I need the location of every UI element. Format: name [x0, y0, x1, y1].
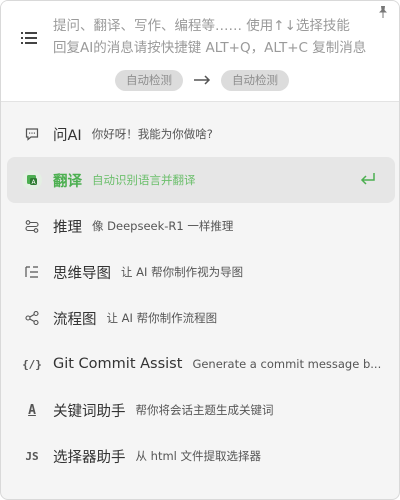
skill-item-selector[interactable]: JS 选择器助手 从 html 文件提取选择器 — [7, 433, 395, 479]
mindmap-icon — [22, 262, 42, 282]
prompt-placeholder-line1: 提问、翻译、写作、编程等…… 使用↑↓选择技能 — [53, 18, 350, 34]
js-icon: JS — [25, 449, 39, 463]
flowchart-icon — [22, 308, 42, 328]
skill-description: Generate a commit message b... — [192, 357, 382, 371]
prompt-placeholder-line2: 回复AI的消息请按快捷键 ALT+Q，ALT+C 复制消息 — [53, 40, 367, 56]
keyword-icon: A — [28, 402, 36, 418]
skill-item-keywords[interactable]: A 关键词助手 帮你将会话主题生成关键词 — [7, 387, 395, 433]
enter-key-icon — [360, 173, 375, 185]
skill-description: 让 AI 帮你制作视为导图 — [121, 265, 244, 279]
arrow-right-icon — [189, 75, 215, 85]
skill-title: 思维导图 — [53, 265, 111, 282]
skill-title: 关键词助手 — [53, 403, 126, 420]
skill-item-git-commit[interactable]: {/} Git Commit Assist Generate a commit … — [7, 341, 395, 387]
skill-item-flowchart[interactable]: 流程图 让 AI 帮你制作流程图 — [7, 295, 395, 341]
input-header: 提问、翻译、写作、编程等…… 使用↑↓选择技能 回复AI的消息请按快捷键 ALT… — [1, 1, 399, 102]
code-icon: {/} — [22, 357, 42, 371]
source-language-button[interactable]: 自动检测 — [115, 69, 183, 91]
prompt-input[interactable]: 提问、翻译、写作、编程等…… 使用↑↓选择技能 回复AI的消息请按快捷键 ALT… — [53, 15, 383, 59]
skill-description: 像 Deepseek-R1 一样推理 — [92, 219, 234, 233]
skill-item-mindmap[interactable]: 思维导图 让 AI 帮你制作视为导图 — [7, 249, 395, 295]
skill-description: 从 html 文件提取选择器 — [135, 449, 262, 463]
skill-title: Git Commit Assist — [53, 356, 183, 372]
skill-title: 问AI — [53, 127, 82, 144]
chat-icon — [22, 124, 42, 144]
language-selector: 自动检测 自动检测 — [115, 69, 289, 91]
translate-icon: A — [22, 170, 42, 190]
skill-title: 流程图 — [53, 311, 97, 328]
skill-item-translate[interactable]: A 翻译 自动识别语言并翻译 — [7, 157, 395, 203]
skill-title: 推理 — [53, 219, 82, 236]
skill-item-reasoning[interactable]: 推理 像 Deepseek-R1 一样推理 — [7, 203, 395, 249]
skill-description: 你好呀！我能为你做啥? — [91, 127, 213, 141]
skill-item-ask-ai[interactable]: 问AI 你好呀！我能为你做啥? — [7, 111, 395, 157]
skill-title: 选择器助手 — [53, 449, 126, 466]
menu-icon[interactable] — [21, 31, 37, 45]
skill-title: 翻译 — [53, 173, 82, 190]
skill-description: 自动识别语言并翻译 — [92, 173, 196, 187]
target-language-button[interactable]: 自动检测 — [221, 69, 289, 91]
reasoning-icon — [22, 216, 42, 236]
skill-list: 问AI 你好呀！我能为你做啥? A 翻译 自动识别语言并翻译 推理 像 Deep… — [1, 111, 399, 479]
skill-description: 让 AI 帮你制作流程图 — [106, 311, 218, 325]
launcher-window: 提问、翻译、写作、编程等…… 使用↑↓选择技能 回复AI的消息请按快捷键 ALT… — [0, 0, 400, 500]
skill-description: 帮你将会话主题生成关键词 — [135, 403, 274, 417]
